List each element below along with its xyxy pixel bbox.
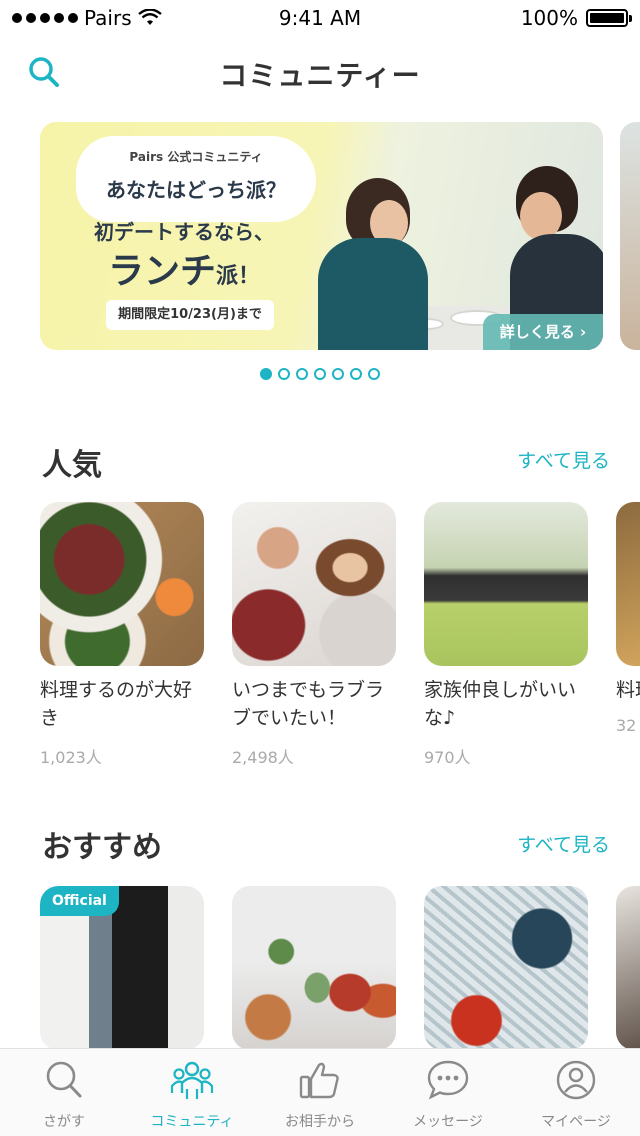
- man-face-illustration: [520, 192, 562, 240]
- tab-label: コミュニティ: [150, 1114, 234, 1130]
- community-title: 料理大: [616, 679, 640, 701]
- community-title: いつまでもラブラブでいたい！: [232, 679, 385, 729]
- official-badge: Official: [40, 886, 119, 916]
- page-dot[interactable]: [314, 368, 326, 380]
- page-title: コミュニティー: [219, 59, 421, 92]
- banner-slide[interactable]: Pairs 公式コミュニティ あなたはどっち派？ 初デートするなら、 ランチ派！…: [40, 122, 603, 350]
- community-card[interactable]: [232, 886, 396, 1050]
- tab-likes[interactable]: お相手から: [256, 1049, 384, 1136]
- banner-headline-suffix: 派！: [216, 264, 261, 289]
- banner-page-indicator: [0, 368, 640, 386]
- community-thumbnail: [424, 886, 588, 1050]
- tab-search[interactable]: さがす: [0, 1049, 128, 1136]
- recommended-see-all-link[interactable]: すべて見る: [517, 830, 610, 857]
- community-card[interactable]: いつまでもラブラブでいたい！ 2,498人: [232, 502, 396, 768]
- community-card[interactable]: 料理大 32: [616, 502, 640, 735]
- profile-icon: [556, 1060, 596, 1100]
- banner-headline-main: ランチ派！: [64, 242, 304, 294]
- community-icon: [170, 1061, 214, 1099]
- banner-more-button[interactable]: 詳しく見る ›: [483, 314, 603, 350]
- community-card[interactable]: Official: [40, 886, 204, 1050]
- battery-icon: [586, 9, 632, 27]
- banner-headline-emphasis: ランチ: [107, 251, 216, 292]
- tab-label: さがす: [43, 1114, 85, 1130]
- tab-mypage[interactable]: マイページ: [512, 1049, 640, 1136]
- community-card[interactable]: [616, 886, 640, 1050]
- tab-bar: さがす コミュニティ お相手から メッセージ マイページ: [0, 1048, 640, 1136]
- message-icon: [427, 1060, 469, 1100]
- status-bar: Pairs 9:41 AM 100%: [0, 0, 640, 36]
- community-card[interactable]: [424, 886, 588, 1050]
- battery-status: 100%: [520, 6, 632, 30]
- community-card[interactable]: 料理するのが大好き 1,023人: [40, 502, 204, 768]
- popular-section-title: 人気: [42, 448, 102, 483]
- community-title: 家族仲良しがいいな♪: [424, 679, 577, 729]
- community-thumbnail: [232, 502, 396, 666]
- banner-question: あなたはどっち派？: [106, 178, 286, 202]
- member-count: 970人: [424, 748, 471, 767]
- community-thumbnail: [40, 502, 204, 666]
- banner-period: 期間限定10/23(月)まで: [106, 300, 274, 330]
- tab-label: メッセージ: [413, 1114, 483, 1130]
- woman-body-illustration: [318, 238, 428, 350]
- page-dot[interactable]: [332, 368, 344, 380]
- page-dot-active[interactable]: [260, 368, 272, 380]
- member-count: 1,023人: [40, 748, 102, 767]
- page-dot[interactable]: [350, 368, 362, 380]
- community-thumbnail: Official: [40, 886, 204, 1050]
- page-dot[interactable]: [368, 368, 380, 380]
- thumbs-up-icon: [299, 1062, 339, 1099]
- nav-header: コミュニティー: [0, 36, 640, 108]
- banner-carousel[interactable]: Pairs 公式コミュニティ あなたはどっち派？ 初デートするなら、 ランチ派！…: [0, 122, 640, 354]
- tab-community[interactable]: コミュニティ: [128, 1049, 256, 1136]
- page-dot[interactable]: [278, 368, 290, 380]
- tab-label: マイページ: [541, 1114, 611, 1130]
- community-thumbnail: [424, 502, 588, 666]
- banner-headline: 初デートするなら、: [94, 220, 274, 244]
- recommended-section-title: おすすめ: [42, 830, 162, 865]
- banner-next-slide[interactable]: [620, 122, 640, 350]
- community-thumbnail: [616, 502, 640, 666]
- community-thumbnail: [232, 886, 396, 1050]
- page-dot[interactable]: [296, 368, 308, 380]
- community-card[interactable]: 家族仲良しがいいな♪ 970人: [424, 502, 588, 768]
- community-title: 料理するのが大好き: [40, 679, 193, 729]
- tab-messages[interactable]: メッセージ: [384, 1049, 512, 1136]
- battery-percent: 100%: [520, 6, 578, 30]
- community-thumbnail: [616, 886, 640, 1050]
- member-count: 2,498人: [232, 748, 294, 767]
- member-count: 32: [616, 716, 637, 735]
- search-icon: [46, 1061, 82, 1098]
- banner-badge: Pairs 公式コミュニティ: [129, 150, 263, 164]
- popular-see-all-link[interactable]: すべて見る: [517, 446, 610, 473]
- tab-label: お相手から: [285, 1114, 355, 1130]
